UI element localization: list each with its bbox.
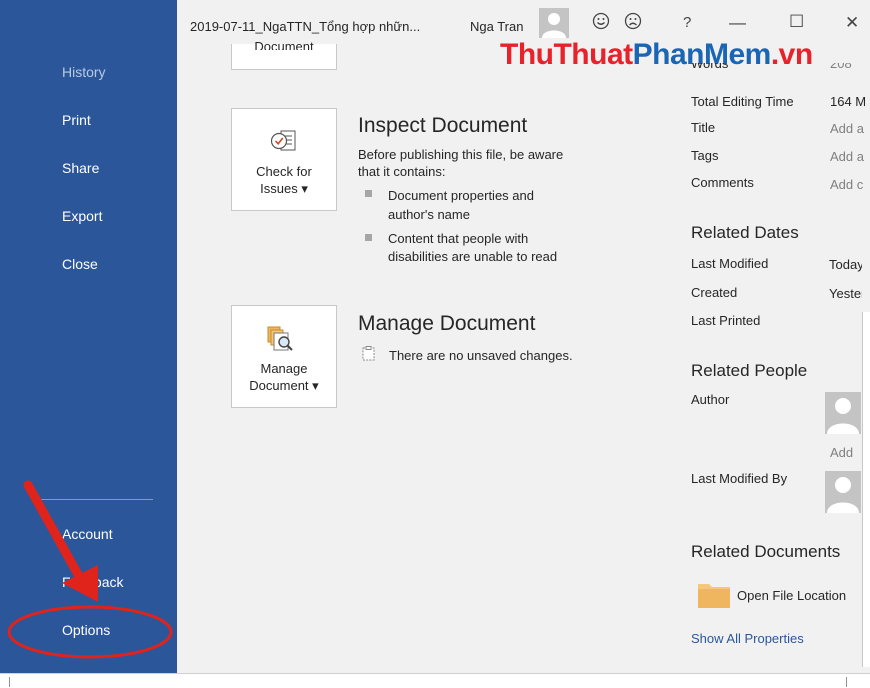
manage-document-button[interactable]: Manage Document ▾	[231, 305, 337, 408]
protect-document-label: Document	[254, 39, 314, 50]
bullet-2-line2: disabilities are unable to read	[388, 249, 558, 264]
nav-account[interactable]: Account	[62, 526, 113, 542]
nav-export[interactable]: Export	[62, 208, 102, 224]
prop-label-comments: Comments	[691, 175, 754, 190]
document-status-icon	[362, 346, 376, 366]
prop-value-title[interactable]: Add a	[830, 121, 864, 136]
related-people-heading: Related People	[691, 361, 808, 380]
prop-label-title: Title	[691, 120, 716, 135]
prop-label-total-editing-time: Total Editing Time	[691, 94, 794, 109]
help-icon[interactable]: ?	[683, 14, 691, 31]
manage-document-line1: Manage	[260, 361, 308, 376]
words-value-text: 208	[830, 63, 852, 71]
inspect-desc-line1: Before publishing this file, be aware	[358, 147, 564, 162]
bullet-marker	[365, 190, 372, 197]
bullet-2-line1: Content that people with	[388, 231, 529, 246]
scroll-right-arrow[interactable]	[846, 677, 847, 687]
open-file-location-button[interactable]: Open File Location	[737, 588, 846, 603]
date-label-created: Created	[691, 285, 738, 300]
watermark-part3: .vn	[770, 38, 813, 71]
bullet-marker	[365, 234, 372, 241]
nav-feedback[interactable]: Feedback	[62, 574, 123, 590]
watermark-logo: ThuThuatPhanMem.vn	[500, 38, 813, 72]
user-name[interactable]: Nga Tran	[470, 19, 523, 34]
prop-label-tags: Tags	[691, 148, 719, 163]
check-for-issues-line2: Issues ▾	[260, 181, 308, 196]
check-for-issues-button[interactable]: Check for Issues ▾	[231, 108, 337, 211]
manage-document-title: Manage Document	[358, 312, 536, 335]
document-title: 2019-07-11_NgaTTN_Tổng hợp nhữn...	[190, 19, 421, 34]
nav-options[interactable]: Options	[62, 622, 110, 638]
prop-value-total-editing-time: 164 M	[830, 94, 867, 109]
words-value: 208	[830, 63, 852, 71]
backstage-nav: History Print Share Export Close Account…	[0, 0, 177, 673]
check-for-issues-line1: Check for	[256, 164, 312, 179]
watermark-part1: ThuThuat	[500, 38, 633, 71]
bullet-1-line1: Document properties and	[388, 188, 534, 203]
related-dates-heading: Related Dates	[691, 223, 799, 242]
words-label: Words	[691, 63, 728, 71]
author-avatar	[825, 392, 861, 434]
folder-icon	[698, 580, 730, 613]
nav-divider	[36, 499, 153, 500]
close-button[interactable]: ✕	[845, 13, 859, 33]
protect-document-button[interactable]: Document	[231, 39, 337, 70]
author-label: Author	[691, 392, 730, 407]
last-modified-by-label: Last Modified By	[691, 471, 788, 486]
inspect-desc-line2: that it contains:	[358, 164, 446, 179]
inspect-document-title: Inspect Document	[358, 114, 528, 137]
manage-document-line2: Document ▾	[249, 378, 319, 393]
vertical-scrollbar[interactable]	[862, 312, 870, 667]
bullet-1-line2: author's name	[388, 207, 470, 222]
add-author-link[interactable]: Add	[830, 445, 853, 460]
scroll-left-arrow[interactable]	[9, 677, 10, 687]
date-value-created: Yester	[829, 286, 862, 301]
related-documents-heading: Related Documents	[691, 542, 841, 561]
show-all-properties-link[interactable]: Show All Properties	[691, 631, 804, 646]
frown-icon[interactable]	[624, 12, 642, 35]
nav-print[interactable]: Print	[62, 112, 91, 128]
date-label-last-printed: Last Printed	[691, 313, 761, 328]
nav-share[interactable]: Share	[62, 160, 99, 176]
checklist-icon	[270, 127, 298, 160]
prop-value-tags[interactable]: Add a	[830, 149, 864, 164]
date-value-last-modified: Today	[829, 257, 862, 272]
restore-button[interactable]: ☐	[789, 12, 804, 32]
smile-icon[interactable]	[592, 12, 610, 35]
nav-history[interactable]: History	[62, 64, 106, 80]
horizontal-scrollbar[interactable]	[0, 673, 870, 688]
date-label-last-modified: Last Modified	[691, 256, 769, 271]
avatar[interactable]	[539, 8, 569, 38]
nav-close[interactable]: Close	[62, 256, 98, 272]
last-modified-by-avatar	[825, 471, 861, 513]
words-label-text: Words	[691, 63, 729, 71]
minimize-button[interactable]: —	[729, 13, 746, 33]
manage-status-text: There are no unsaved changes.	[389, 348, 573, 363]
manage-document-icon	[266, 323, 298, 360]
prop-value-comments[interactable]: Add c	[830, 177, 863, 192]
